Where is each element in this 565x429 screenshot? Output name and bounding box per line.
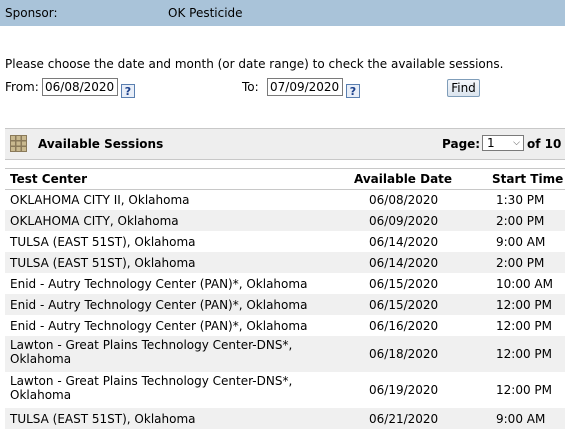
table-row[interactable]: Lawton - Great Plains Technology Center-… [5,372,565,408]
column-header-available-date[interactable]: Available Date [354,172,452,186]
cell-test-center: TULSA (EAST 51ST), Oklahoma [10,412,196,426]
cell-date: 06/21/2020 [369,412,439,426]
cell-time: 2:00 PM [496,256,545,270]
cell-time: 12:00 PM [496,298,552,312]
cell-date: 06/08/2020 [369,193,439,207]
page-label: Page: [442,137,481,151]
chevron-down-icon: ⌵ [513,138,520,148]
table-header: Test Center Available Date Start Time [5,168,565,190]
table-row[interactable]: OKLAHOMA CITY II, Oklahoma 06/08/2020 1:… [5,189,565,210]
cell-test-center: OKLAHOMA CITY II, Oklahoma [10,193,190,207]
cell-test-center: TULSA (EAST 51ST), Oklahoma [10,235,196,249]
cell-test-center: Lawton - Great Plains Technology Center-… [10,374,293,402]
to-label: To: [242,80,259,94]
column-header-start-time[interactable]: Start Time [492,172,563,186]
sponsor-name: OK Pesticide [168,6,243,20]
cell-test-center: OKLAHOMA CITY, Oklahoma [10,214,179,228]
cell-test-center: Enid - Autry Technology Center (PAN)*, O… [10,319,308,333]
cell-date: 06/15/2020 [369,277,439,291]
cell-test-center: Lawton - Great Plains Technology Center-… [10,338,293,366]
cell-time: 9:00 AM [496,412,546,426]
cell-test-center: TULSA (EAST 51ST), Oklahoma [10,256,196,270]
column-header-test-center[interactable]: Test Center [10,172,87,186]
cell-time: 2:00 PM [496,214,545,228]
cell-date: 06/09/2020 [369,214,439,228]
cell-date: 06/18/2020 [369,347,439,361]
instructions-text: Please choose the date and month (or dat… [5,57,504,71]
sponsor-label: Sponsor: [5,6,58,20]
table-row[interactable]: TULSA (EAST 51ST), Oklahoma 06/14/2020 9… [5,231,565,252]
table-row[interactable]: TULSA (EAST 51ST), Oklahoma 06/14/2020 2… [5,252,565,273]
cell-date: 06/14/2020 [369,256,439,270]
sessions-header: Available Sessions Page: 1 ⌵ of 10 [5,128,565,160]
cell-date: 06/14/2020 [369,235,439,249]
page-total: of 10 [527,137,562,151]
cell-time: 12:00 PM [496,347,552,361]
to-help-icon[interactable]: ? [346,84,360,98]
from-label: From: [5,80,39,94]
cell-time: 12:00 PM [496,319,552,333]
page-select[interactable]: 1 ⌵ [482,135,524,151]
cell-time: 12:00 PM [496,383,552,397]
table-row[interactable]: Enid - Autry Technology Center (PAN)*, O… [5,315,565,336]
grid-icon [10,135,27,152]
page-select-value: 1 [487,136,495,150]
sessions-title: Available Sessions [38,137,164,151]
sessions-table-body: OKLAHOMA CITY II, Oklahoma 06/08/2020 1:… [5,189,565,429]
cell-time: 10:00 AM [496,277,553,291]
cell-test-center: Enid - Autry Technology Center (PAN)*, O… [10,277,308,291]
cell-date: 06/15/2020 [369,298,439,312]
find-button[interactable]: Find [447,79,480,97]
from-help-icon[interactable]: ? [121,84,135,98]
table-row[interactable]: TULSA (EAST 51ST), Oklahoma 06/21/2020 9… [5,408,565,429]
cell-test-center: Enid - Autry Technology Center (PAN)*, O… [10,298,308,312]
cell-date: 06/16/2020 [369,319,439,333]
from-date-input[interactable] [42,78,118,96]
table-row[interactable]: OKLAHOMA CITY, Oklahoma 06/09/2020 2:00 … [5,210,565,231]
table-row[interactable]: Lawton - Great Plains Technology Center-… [5,336,565,372]
sponsor-bar: Sponsor: OK Pesticide [0,0,565,26]
cell-time: 9:00 AM [496,235,546,249]
table-row[interactable]: Enid - Autry Technology Center (PAN)*, O… [5,273,565,294]
cell-time: 1:30 PM [496,193,545,207]
to-date-input[interactable] [267,78,343,96]
cell-date: 06/19/2020 [369,383,439,397]
table-row[interactable]: Enid - Autry Technology Center (PAN)*, O… [5,294,565,315]
